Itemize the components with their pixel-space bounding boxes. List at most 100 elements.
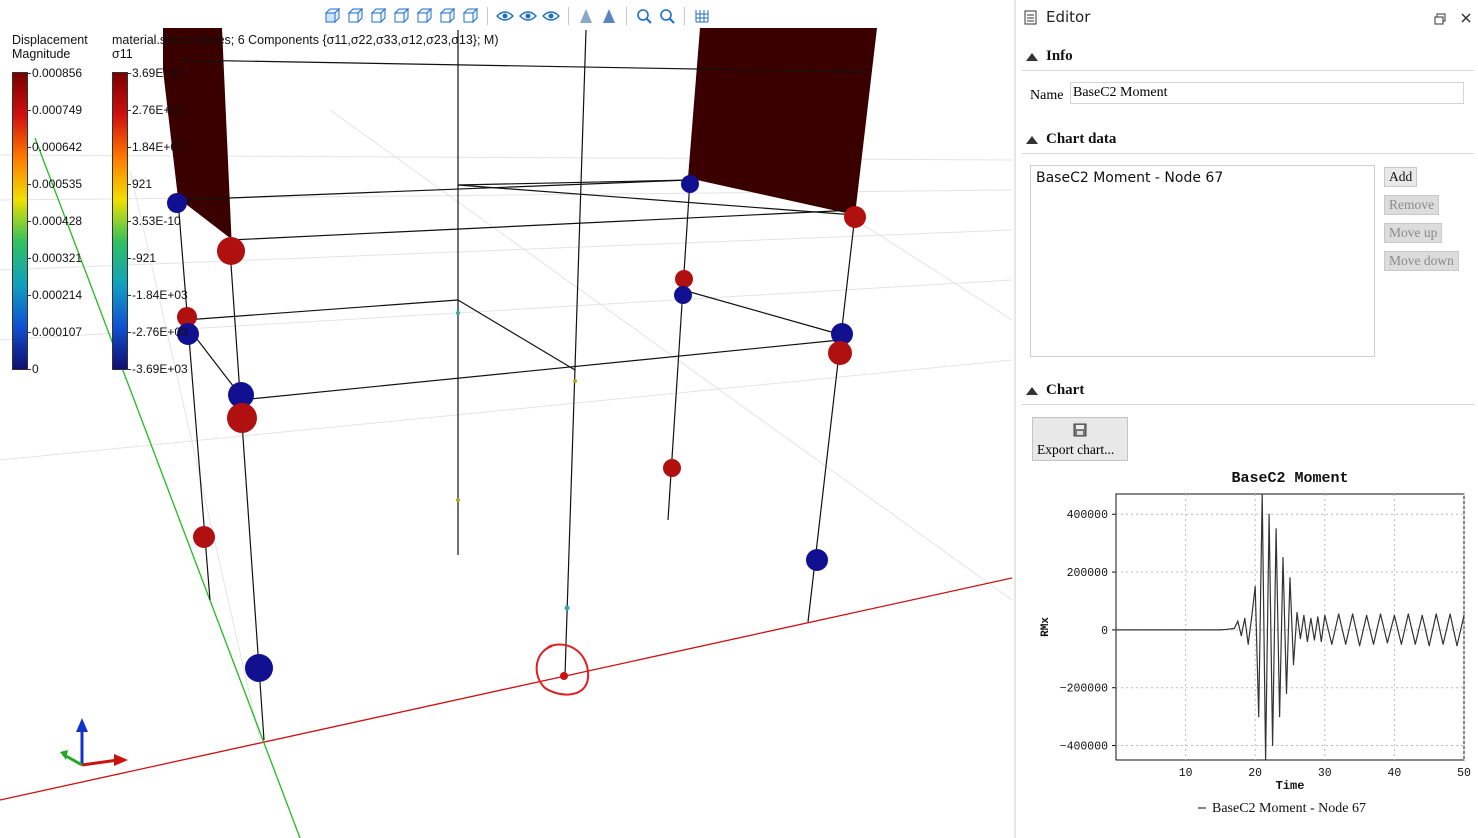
show-icon[interactable] [518,6,538,26]
parallel-icon[interactable] [599,6,619,26]
displacement-legend-title: Displacement Magnitude [12,33,88,61]
legend-tick-label: -3.69E+03 [132,362,188,376]
x-tick-label: 30 [1318,767,1332,780]
blue-node[interactable] [681,175,699,193]
blue-node[interactable] [245,654,273,682]
moment-chart: BaseC2 Moment 10 20 30 40 50 −400000 −200000 0 20… [1040,470,1471,816]
editor-title: Editor [1046,8,1091,26]
y-axis-label: RMx [1040,617,1052,637]
document-icon [1024,10,1037,25]
model-scene[interactable] [0,0,1012,838]
legend-tick [127,221,131,222]
axis-triad [60,718,128,767]
3d-viewport[interactable]: Displacement Magnitude 0.000856 0.000749 0… [0,0,1012,838]
data-point [1233,627,1235,629]
data-point [1251,616,1253,618]
ground-grid [0,109,1012,741]
data-point [1320,640,1322,643]
red-node[interactable] [828,341,852,365]
chart-data-list[interactable]: BaseC2 Moment - Node 67 [1030,165,1375,357]
legend-tick-label: 0.000107 [32,325,83,339]
y-tick-label: 0 [1101,625,1108,638]
red-node[interactable] [193,526,215,548]
chart-title: BaseC2 Moment [1231,470,1348,487]
selected-node[interactable] [560,672,568,680]
data-point [1428,645,1430,647]
data-point [1435,613,1437,615]
legend-tick [27,369,31,370]
data-point [1268,513,1270,515]
data-point [1372,643,1375,645]
view-toolbar [322,6,712,26]
hide-icon[interactable] [541,6,561,26]
name-input[interactable] [1070,82,1464,104]
red-node[interactable] [227,403,257,433]
bottom-view-icon[interactable] [414,6,434,26]
iso-view-icon[interactable] [322,6,342,26]
data-point [1289,577,1291,579]
data-point [1303,614,1305,616]
chart-section-header[interactable]: Chart [1022,378,1474,405]
legend-tick [27,332,31,333]
restore-icon[interactable] [1434,13,1446,25]
x-tick-label: 10 [1179,767,1193,780]
move-up-button[interactable]: Move up [1384,223,1443,243]
red-node[interactable] [217,237,245,265]
editor-titlebar: Editor [1016,0,1478,34]
data-point [1299,638,1301,640]
node-marker [564,605,570,611]
data-point [1449,613,1451,615]
close-icon[interactable] [1460,12,1472,24]
chart-data-section-header[interactable]: Chart data [1022,127,1474,154]
data-point [1279,716,1281,718]
data-point [1244,617,1246,619]
red-node[interactable] [844,206,866,228]
left-view-icon[interactable] [437,6,457,26]
data-point [1400,643,1402,645]
x-tick-label: 50 [1457,767,1471,780]
legend-tick-label: 0.000321 [32,251,83,265]
data-point [1265,759,1267,761]
collapse-triangle-icon[interactable] [1026,53,1038,61]
legend-tick [127,184,131,185]
move-down-button[interactable]: Move down [1384,251,1459,271]
data-point [1261,493,1263,495]
data-point [1352,613,1354,615]
toolbar-separator [568,7,569,25]
legend-tick-label: 921 [132,177,153,191]
x-axis-line [0,577,1012,801]
result-nodes[interactable] [167,175,866,682]
legend-tick-label: -921 [132,251,157,265]
red-node[interactable] [675,270,693,288]
blue-node[interactable] [806,549,828,571]
wall-panel-right [688,28,877,215]
add-button[interactable]: Add [1384,167,1418,187]
data-point [1414,643,1416,645]
list-item[interactable]: BaseC2 Moment - Node 67 [1036,170,1223,186]
data-point [1275,528,1277,530]
stress-colorbar [112,72,128,370]
legend-tick [127,258,131,259]
back-view-icon[interactable] [368,6,388,26]
zoom-fit-icon[interactable] [634,6,654,26]
top-view-icon[interactable] [391,6,411,26]
remove-button[interactable]: Remove [1384,195,1439,215]
blue-node[interactable] [167,193,187,213]
legend-tick [127,332,131,333]
blue-node[interactable] [674,286,692,304]
legend-tick-label: 0.000428 [32,214,83,228]
visibility-icon[interactable] [495,6,515,26]
collapse-triangle-icon[interactable] [1026,136,1038,144]
data-point [1393,614,1395,616]
export-chart-button[interactable]: Export chart... [1032,417,1128,461]
info-section-header[interactable]: Info [1022,44,1474,71]
red-node[interactable] [663,459,681,477]
right-view-icon[interactable] [460,6,480,26]
perspective-icon[interactable] [576,6,596,26]
zoom-icon[interactable] [657,6,677,26]
data-point [1310,617,1312,619]
grid-icon[interactable] [692,6,712,26]
toolbar-separator [487,7,488,25]
front-view-icon[interactable] [345,6,365,26]
collapse-triangle-icon[interactable] [1026,387,1038,395]
